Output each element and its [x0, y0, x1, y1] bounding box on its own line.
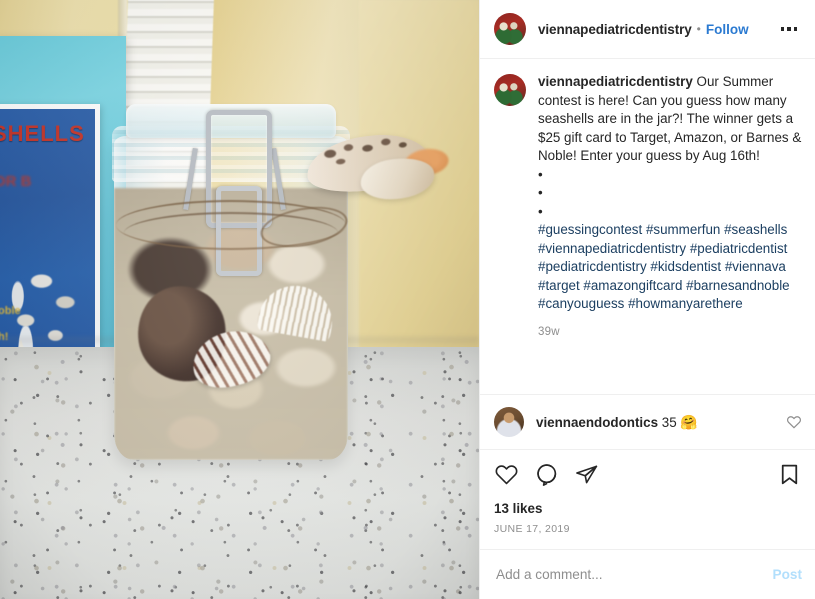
dot-1 [780, 27, 785, 31]
poster-subtitle: OR B [0, 173, 32, 190]
comment-emoji: 🤗 [680, 413, 698, 430]
share-paper-plane-icon[interactable] [574, 462, 599, 492]
comment-username[interactable]: viennaendodontics [536, 415, 658, 430]
bookmark-icon[interactable] [777, 462, 802, 492]
caption-body: viennapediatricdentistry Our Summer cont… [538, 73, 802, 338]
comment-body: viennaendodontics 35 🤗 [536, 413, 778, 432]
post-photo[interactable]: SHELLS OR B oble h! [0, 0, 479, 599]
post-sidebar: viennapediatricdentistry • Follow vienna… [479, 0, 815, 599]
caption-hashtags[interactable]: #guessingcontest #summerfun #seashells #… [538, 221, 802, 314]
conch-shell [301, 111, 451, 210]
like-heart-icon[interactable] [494, 462, 519, 492]
poster-title: SHELLS [0, 121, 85, 146]
dot-2 [787, 27, 791, 31]
post-actions: 13 likes JUNE 17, 2019 [480, 449, 815, 549]
hashtag-list[interactable]: #guessingcontest #summerfun #seashells #… [538, 222, 790, 311]
comment-bubble-icon[interactable] [534, 462, 559, 492]
caption-row: viennapediatricdentistry Our Summer cont… [494, 73, 802, 338]
post-header-meta: viennapediatricdentistry • Follow [538, 22, 776, 37]
separator-dot: • [696, 22, 701, 36]
comment-item: viennaendodontics 35 🤗 [480, 394, 815, 449]
comment-text: 35 [661, 414, 677, 430]
caption-username[interactable]: viennapediatricdentistry [538, 74, 693, 89]
post-caption-area: viennapediatricdentistry Our Summer cont… [480, 59, 815, 394]
more-options-icon[interactable] [776, 18, 802, 40]
post-header: viennapediatricdentistry • Follow [480, 0, 815, 59]
bullet-line-1: • [538, 166, 543, 182]
photo-canvas: SHELLS OR B oble h! [0, 0, 479, 599]
caption-avatar[interactable] [494, 74, 526, 106]
action-icon-row [494, 462, 802, 492]
bullet-line-3: • [538, 203, 543, 219]
like-count[interactable]: 13 likes [494, 501, 802, 516]
caption-bullets: • • • [538, 166, 802, 222]
bullet-line-2: • [538, 185, 543, 200]
instagram-post: SHELLS OR B oble h! [0, 0, 815, 599]
follow-button[interactable]: Follow [706, 22, 749, 37]
caption-text: viennapediatricdentistry Our Summer cont… [538, 73, 802, 166]
poster-subtitle-2: oble [0, 305, 21, 317]
add-comment-bar: Post [480, 549, 815, 599]
post-comment-button[interactable]: Post [773, 567, 802, 582]
comment-avatar[interactable] [494, 407, 524, 437]
post-date: JUNE 17, 2019 [494, 523, 570, 535]
dot-3 [793, 27, 798, 31]
avatar[interactable] [494, 13, 526, 45]
comment-like-heart-icon[interactable] [786, 414, 802, 430]
post-author-username[interactable]: viennapediatricdentistry [538, 22, 692, 37]
caption-timestamp: 39w [538, 325, 560, 338]
add-comment-input[interactable] [494, 566, 763, 583]
seashell-jar [110, 104, 451, 460]
